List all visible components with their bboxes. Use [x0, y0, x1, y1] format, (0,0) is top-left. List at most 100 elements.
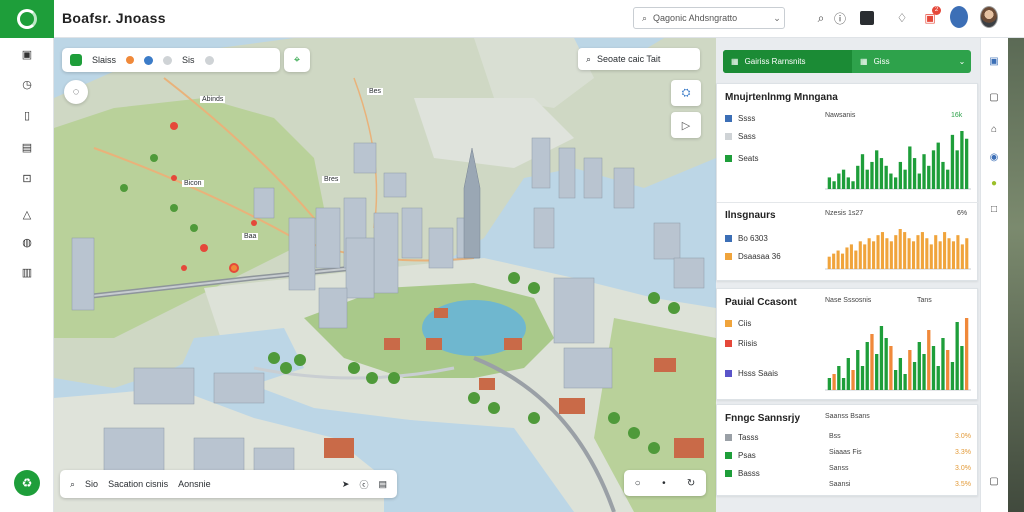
chat-icon[interactable]: ▢: [987, 474, 1001, 488]
chart-bar: [827, 256, 831, 269]
map-toolbar-label: Slaiss: [92, 55, 117, 65]
square-icon[interactable]: □: [987, 202, 1001, 216]
user-avatar-icon[interactable]: [950, 6, 968, 28]
chart-bar: [934, 235, 938, 269]
legend-item: Bo 6303: [725, 234, 768, 243]
table-row: Saansi 3.5%: [829, 481, 971, 488]
card-title: Fnngc Sannsrjy: [725, 413, 801, 424]
app-logo[interactable]: [0, 0, 54, 38]
rotate-icon[interactable]: ↻: [687, 478, 695, 489]
gray-layer-icon[interactable]: [204, 55, 214, 65]
map-label[interactable]: Bicon: [182, 180, 204, 187]
legend-item: Ssss: [725, 114, 755, 123]
map-label[interactable]: Bes: [367, 88, 384, 95]
search-icon[interactable]: ⌕: [70, 479, 75, 490]
search-placeholder: Qagonic Ahdsngratto: [653, 13, 738, 23]
map-label[interactable]: Abinds: [200, 96, 226, 103]
chart-bar: [885, 238, 889, 269]
dark-square-icon[interactable]: [858, 9, 876, 27]
orange-layer-icon[interactable]: [126, 56, 135, 64]
message-icon[interactable]: ▢: [987, 90, 1001, 104]
bottom-text[interactable]: Sacation cisnis: [108, 479, 168, 489]
recycle-icon[interactable]: ♻: [14, 470, 40, 496]
dropdown-right-label: Giss: [873, 57, 890, 66]
chart-bar: [943, 232, 947, 269]
chart-bar: [870, 334, 874, 390]
zoom-dot[interactable]: •: [662, 478, 666, 489]
map-search-input[interactable]: ⌕ Seoate caic Tait: [578, 48, 700, 70]
gray-layer-icon[interactable]: [163, 55, 173, 65]
clipboard-icon[interactable]: ▤: [378, 479, 387, 490]
chart-bar: [867, 238, 871, 269]
sidebar-chat-icon[interactable]: ⊡: [19, 170, 35, 186]
layers-button[interactable]: ⛭: [671, 80, 701, 106]
chart-bar: [875, 354, 879, 390]
chart-bar: [884, 338, 888, 390]
panel-icon[interactable]: ▣: [987, 54, 1001, 68]
chart-bar: [845, 247, 849, 269]
chart-bar: [889, 173, 893, 189]
search-icon: ⌕: [586, 53, 592, 64]
background-photo-edge: [1008, 38, 1024, 512]
navigation-button[interactable]: ▷: [671, 112, 701, 138]
bottom-text[interactable]: Aonsnie: [178, 479, 211, 489]
chart-bar: [946, 350, 950, 390]
app-title: Boafsr. Jnoass: [62, 10, 166, 26]
sidebar-image-icon[interactable]: ▣: [19, 46, 35, 62]
map-bottom-bar[interactable]: ⌕ Sio Sacation cisnis Aonsnie ➤ ⓒ ▤: [60, 470, 397, 498]
chevron-down-icon[interactable]: ⌄: [953, 57, 971, 66]
map-label[interactable]: Bres: [322, 176, 341, 183]
green-layer-icon[interactable]: [70, 54, 82, 66]
circle-icon[interactable]: ○: [635, 478, 641, 489]
dropdown-left-label: Gairiss Rarnsnits: [744, 57, 806, 66]
chart-bar: [955, 150, 959, 189]
bell-icon[interactable]: ⌂: [987, 122, 1001, 136]
map-layer-toolbar[interactable]: Slaiss Sis: [62, 48, 280, 72]
chart-bar: [827, 177, 832, 189]
global-search-input[interactable]: ⌕ Qagonic Ahdsngratto ⌄: [633, 7, 785, 29]
leaf-icon[interactable]: ●: [987, 176, 1001, 190]
stats-card-3: Fnngc Sannsrjy Tasss Psas Basss Saanss B…: [716, 404, 978, 496]
chevron-down-icon[interactable]: ⌄: [770, 13, 784, 24]
map-label[interactable]: Baa: [242, 233, 259, 240]
chart-bar: [880, 232, 885, 269]
info-icon[interactable]: ⓘ: [831, 9, 849, 27]
top-bar: Boafsr. Jnoass ⌕ Qagonic Ahdsngratto ⌄ ⌕…: [0, 0, 1024, 38]
card-title: Pauial Ccasont: [725, 297, 797, 308]
chart-tag: 6%: [957, 210, 968, 217]
chart-bar: [827, 378, 832, 390]
sidebar-bookmark-icon[interactable]: ▯: [19, 107, 35, 123]
chart-bar: [841, 169, 846, 189]
gift-icon[interactable]: ▣ 2: [921, 6, 941, 27]
table-row: Bss 3.0%: [829, 433, 971, 440]
chart-bar: [870, 161, 874, 189]
chart-bar: [965, 238, 969, 269]
search-icon[interactable]: ⌕: [812, 9, 830, 27]
bell-icon[interactable]: ♢: [893, 9, 911, 27]
globe-icon[interactable]: ◉: [987, 150, 1001, 164]
legend-item: Seats: [725, 154, 758, 163]
sidebar-library-icon[interactable]: ▥: [19, 264, 35, 280]
blue-layer-icon[interactable]: [144, 55, 154, 65]
chart-bar: [960, 131, 964, 189]
location-pin-button[interactable]: ⌖: [284, 48, 310, 72]
city-map[interactable]: Abinds Bes Bres Bicon Baa: [54, 38, 716, 512]
profile-photo[interactable]: [980, 6, 998, 28]
map-zoom-control[interactable]: ○ • ↻: [624, 470, 706, 496]
chart-bar: [898, 161, 903, 189]
chart-bar: [898, 358, 903, 390]
sidebar-clock-icon[interactable]: ◷: [19, 76, 35, 92]
region-dropdown[interactable]: ▦ Gairiss Rarnsnits ▦ Giss ⌄: [723, 50, 971, 73]
sidebar-warning-icon[interactable]: △: [19, 206, 35, 222]
chart-bar: [903, 232, 907, 269]
compass-button[interactable]: ◌: [64, 80, 88, 104]
leaf-ring-logo-icon: [17, 9, 37, 29]
copyright-icon[interactable]: ⓒ: [359, 478, 368, 491]
chart-bar: [947, 238, 951, 269]
send-icon[interactable]: ➤: [342, 479, 350, 490]
navigation-arrow-icon: ▷: [681, 119, 691, 132]
search-icon: ⌕: [642, 12, 648, 23]
sidebar-map-icon[interactable]: ▤: [19, 139, 35, 155]
sidebar-globe-icon[interactable]: ◍: [19, 234, 35, 250]
grid-icon: ▦: [731, 57, 739, 66]
